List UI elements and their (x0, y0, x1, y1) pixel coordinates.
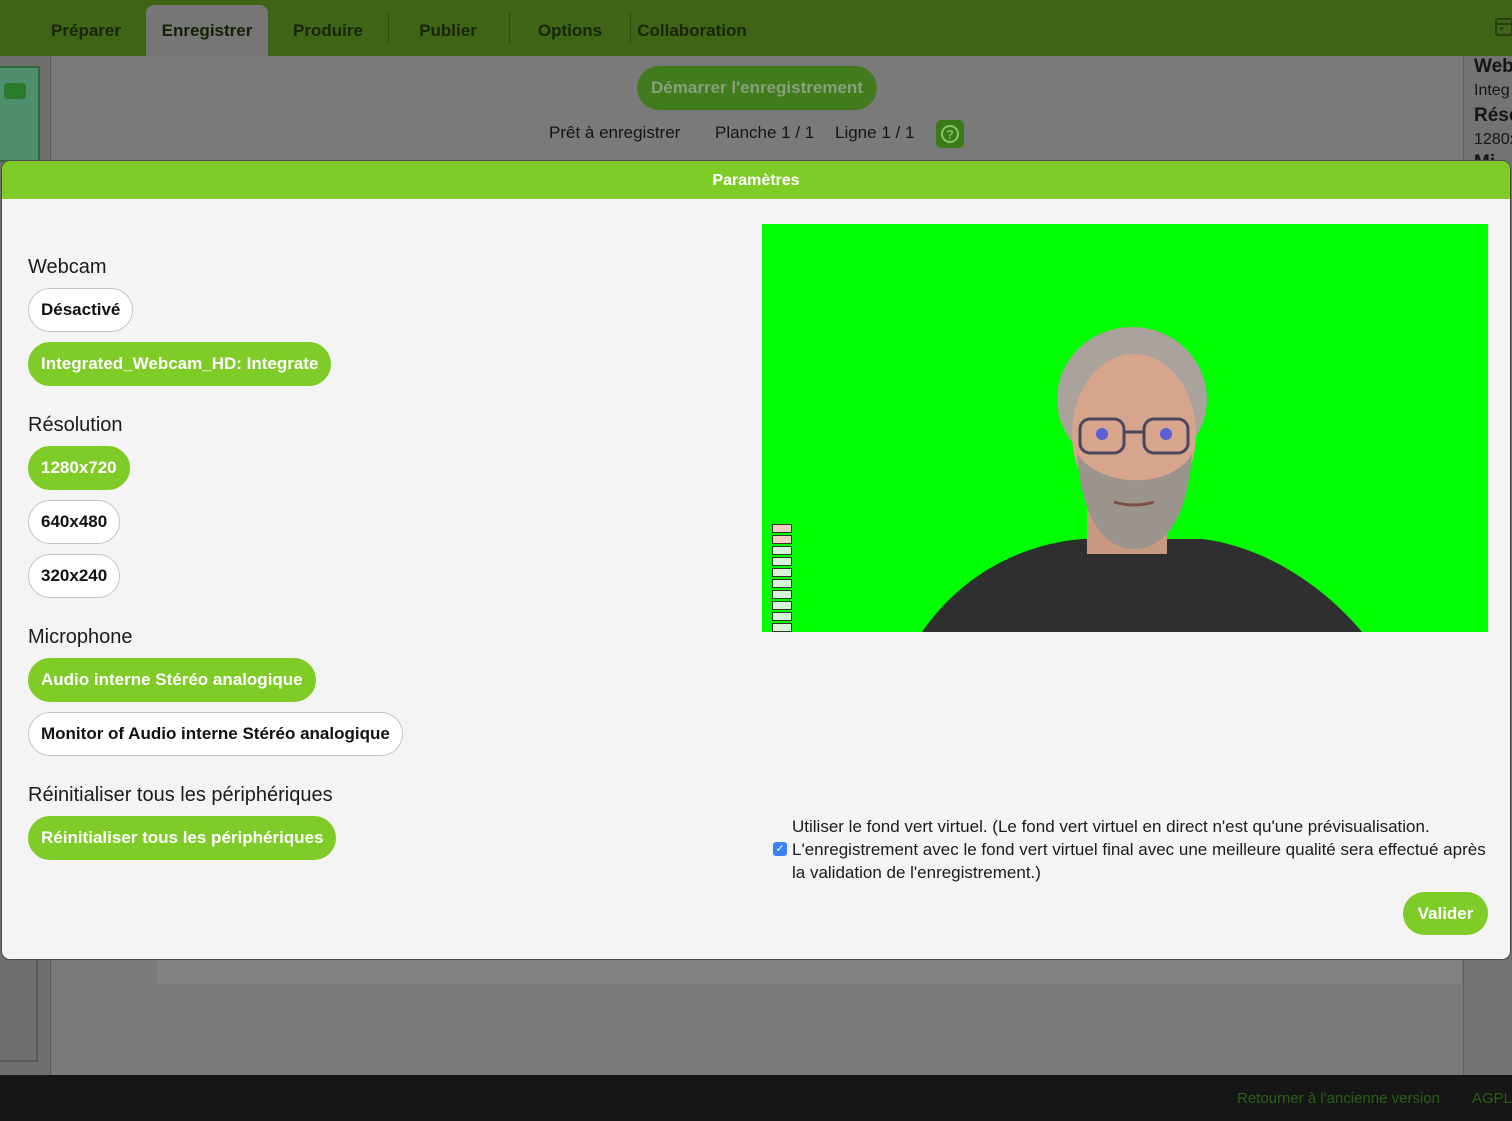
video-camera-icon (4, 83, 26, 99)
resolution-option-1280x720[interactable]: 1280x720 (28, 446, 130, 490)
tab-divider (630, 12, 631, 44)
webcam-option-integrated[interactable]: Integrated_Webcam_HD: Integrate (28, 342, 332, 386)
editor-area (157, 960, 1462, 984)
audio-level-segment (772, 579, 792, 588)
line-counter: Ligne 1 / 1 (835, 123, 915, 142)
green-screen-checkbox[interactable]: ✓ (773, 842, 787, 856)
slide-thumbnail[interactable] (0, 66, 40, 162)
tab-enregistrer[interactable]: Enregistrer (146, 5, 268, 56)
resolution-option-640x480[interactable]: 640x480 (28, 500, 121, 544)
webcam-preview (762, 224, 1488, 632)
summary-resolution-title: Réso (1474, 105, 1512, 126)
dialog-title: Paramètres (2, 161, 1510, 199)
help-icon[interactable]: ? (936, 120, 964, 148)
tab-publier[interactable]: Publier (398, 5, 498, 56)
webcam-option-disabled[interactable]: Désactivé (28, 288, 134, 332)
footer: Retourner à l'ancienne version AGPL (0, 1075, 1512, 1121)
audio-level-segment (772, 557, 792, 566)
audio-level-segment (772, 623, 792, 632)
webcam-section-title: Webcam (28, 256, 107, 278)
resolution-option-320x240[interactable]: 320x240 (28, 554, 121, 598)
settings-dialog: Paramètres Webcam Désactivé Integrated_W… (1, 160, 1511, 960)
microphone-section-title: Microphone (28, 626, 133, 648)
person-video-feed (922, 327, 1362, 632)
validate-button[interactable]: Valider (1403, 892, 1488, 935)
top-nav: Préparer Enregistrer Produire Publier Op… (0, 0, 1512, 56)
audio-level-meter (772, 524, 792, 632)
microphone-option-internal[interactable]: Audio interne Stéréo analogique (28, 658, 316, 702)
tab-produire[interactable]: Produire (278, 5, 378, 56)
recording-status: Prêt à enregistrer (549, 123, 681, 142)
svg-text:?: ? (946, 128, 953, 142)
summary-resolution-value: 1280x (1474, 131, 1512, 148)
old-version-link[interactable]: Retourner à l'ancienne version (1237, 1090, 1440, 1107)
tab-preparer[interactable]: Préparer (36, 5, 136, 56)
audio-level-segment (772, 612, 792, 621)
summary-webcam-value: Integ (1474, 82, 1510, 99)
slide-counter: Planche 1 / 1 (715, 123, 815, 142)
reset-devices-button[interactable]: Réinitialiser tous les périphériques (28, 816, 337, 860)
tab-divider (509, 12, 510, 44)
green-screen-label: Utiliser le fond vert virtuel. (Le fond … (792, 817, 1486, 882)
microphone-option-monitor[interactable]: Monitor of Audio interne Stéréo analogiq… (28, 712, 403, 756)
audio-level-segment (772, 601, 792, 610)
calendar-icon[interactable] (1494, 16, 1512, 38)
license-link[interactable]: AGPL (1472, 1090, 1512, 1107)
tab-options[interactable]: Options (520, 5, 620, 56)
audio-level-segment (772, 546, 792, 555)
resolution-section-title: Résolution (28, 414, 123, 436)
audio-level-segment (772, 590, 792, 599)
reset-section-title: Réinitialiser tous les périphériques (28, 784, 333, 806)
audio-level-segment (772, 568, 792, 577)
tab-divider (388, 12, 389, 44)
start-recording-button[interactable]: Démarrer l'enregistrement (637, 66, 877, 110)
summary-webcam-title: Web (1474, 56, 1512, 77)
audio-level-segment (772, 535, 792, 544)
audio-level-segment (772, 524, 792, 533)
tab-collaboration[interactable]: Collaboration (636, 5, 748, 56)
